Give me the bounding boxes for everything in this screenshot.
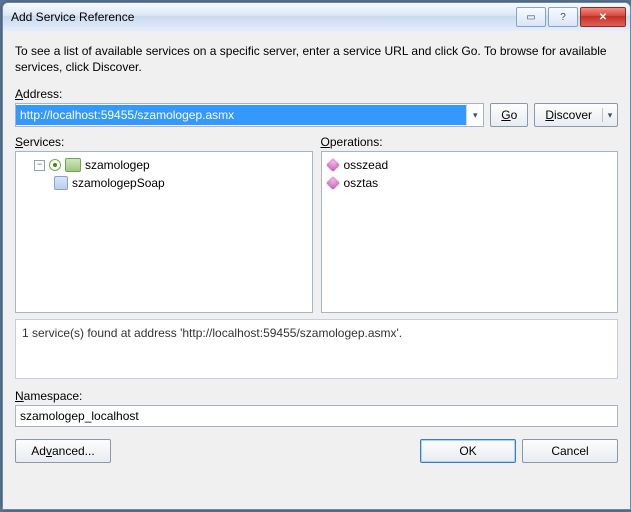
advanced-button[interactable]: Advanced... xyxy=(15,439,111,463)
service-icon xyxy=(65,158,81,172)
service-child-node[interactable]: szamologepSoap xyxy=(20,174,308,192)
go-button[interactable]: Go xyxy=(490,103,528,127)
footer-row: Advanced... OK Cancel xyxy=(15,439,618,463)
dialog-window: Add Service Reference ▭ ? ✕ To see a lis… xyxy=(2,2,631,510)
intro-text: To see a list of available services on a… xyxy=(15,43,618,75)
services-listbox[interactable]: − szamologep szamologepSoap xyxy=(15,151,313,313)
radio-selected-icon xyxy=(49,159,61,171)
discover-dropdown-icon[interactable]: ▾ xyxy=(603,110,617,121)
operation-label: osszead xyxy=(344,158,389,172)
window-title: Add Service Reference xyxy=(11,10,514,24)
operation-icon xyxy=(325,158,339,172)
operations-label: Operations: xyxy=(321,135,619,149)
address-value: http://localhost:59455/szamologep.asmx xyxy=(16,105,466,125)
operation-item[interactable]: osszead xyxy=(326,156,614,174)
address-label: Address: xyxy=(15,87,618,101)
client-area: To see a list of available services on a… xyxy=(3,31,630,509)
namespace-label: Namespace: xyxy=(15,389,618,403)
address-row: http://localhost:59455/szamologep.asmx ▾… xyxy=(15,103,618,127)
cancel-button[interactable]: Cancel xyxy=(522,439,618,463)
lists-row: Services: − szamologep szamologepSoap Op… xyxy=(15,135,618,313)
service-root-label: szamologep xyxy=(85,158,150,172)
services-panel: Services: − szamologep szamologepSoap xyxy=(15,135,313,313)
help-button[interactable]: ? xyxy=(548,7,578,27)
operations-listbox[interactable]: osszead osztas xyxy=(321,151,619,313)
address-combo[interactable]: http://localhost:59455/szamologep.asmx ▾ xyxy=(15,103,484,127)
service-root-node[interactable]: − szamologep xyxy=(20,156,308,174)
address-dropdown-icon[interactable]: ▾ xyxy=(466,104,483,126)
ok-button[interactable]: OK xyxy=(420,439,516,463)
service-child-label: szamologepSoap xyxy=(72,176,165,190)
expander-icon[interactable]: − xyxy=(34,160,45,171)
status-box: 1 service(s) found at address 'http://lo… xyxy=(15,319,618,379)
operation-icon xyxy=(325,176,339,190)
maximize-button[interactable]: ▭ xyxy=(516,7,546,27)
titlebar: Add Service Reference ▭ ? ✕ xyxy=(3,3,630,32)
close-button[interactable]: ✕ xyxy=(580,7,626,27)
soap-endpoint-icon xyxy=(54,176,68,190)
namespace-input[interactable] xyxy=(15,405,618,427)
services-label: Services: xyxy=(15,135,313,149)
operation-item[interactable]: osztas xyxy=(326,174,614,192)
discover-button[interactable]: Discover ▾ xyxy=(534,103,618,127)
operations-panel: Operations: osszead osztas xyxy=(321,135,619,313)
operation-label: osztas xyxy=(344,176,379,190)
